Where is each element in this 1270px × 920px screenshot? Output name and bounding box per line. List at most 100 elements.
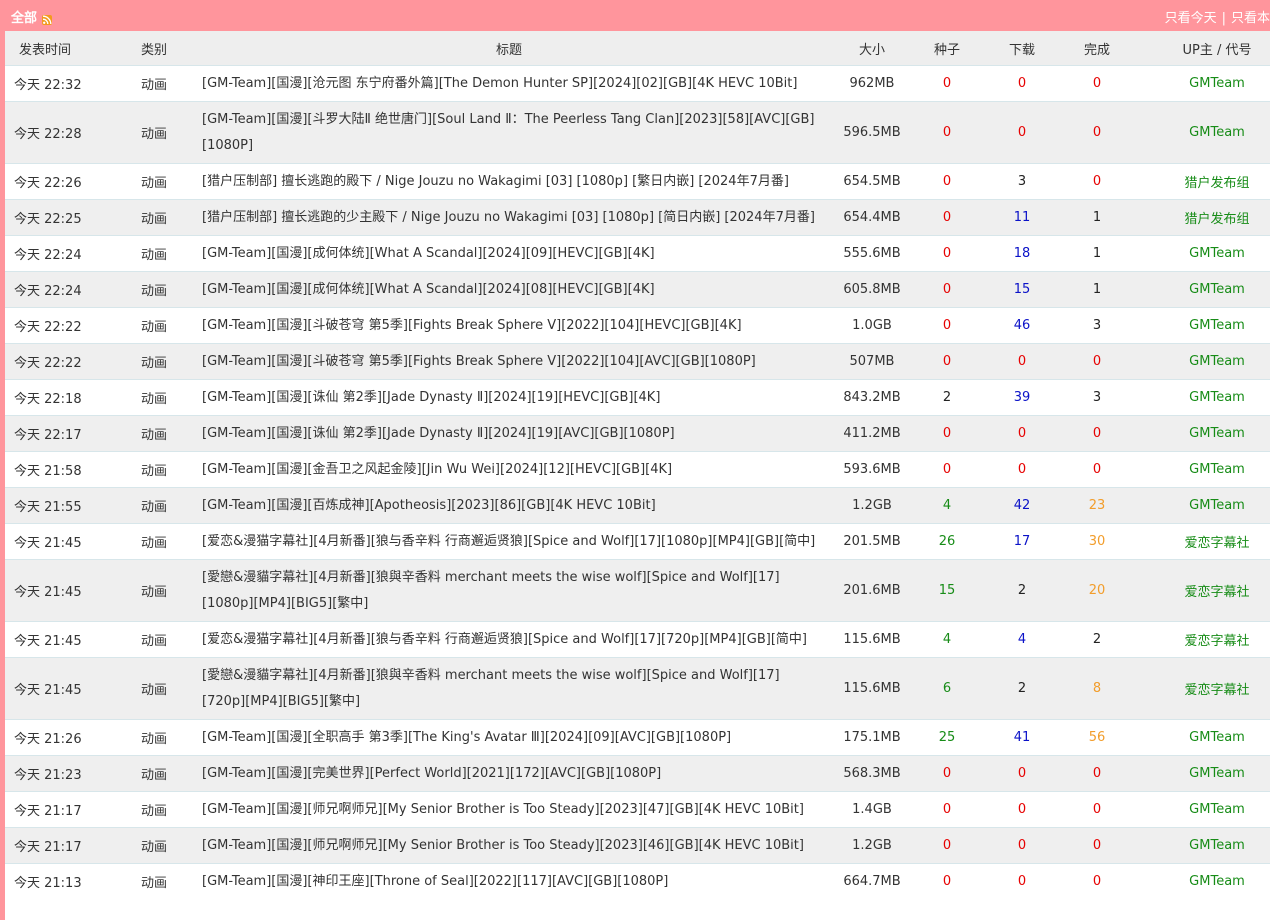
row-uploader-link[interactable]: GMTeam (1124, 791, 1270, 828)
row-category[interactable]: 动画 (114, 657, 194, 720)
row-title-link[interactable]: [GM-Team][国漫][全职高手 第3季][The King's Avata… (194, 719, 824, 756)
row-category[interactable]: 动画 (114, 199, 194, 236)
row-uploader-link[interactable]: GMTeam (1124, 719, 1270, 756)
row-title-link[interactable]: [GM-Team][国漫][诛仙 第2季][Jade Dynasty Ⅱ][20… (194, 379, 824, 416)
row-time: 今天 22:22 (5, 343, 114, 380)
row-uploader-link[interactable]: 猎户发布组 (1124, 163, 1270, 200)
row-time: 今天 22:17 (5, 415, 114, 452)
col-size[interactable]: 大小 (824, 31, 920, 66)
table-row: 今天 22:26 动画 [猎户压制部] 擅长逃跑的殿下 / Nige Jouzu n… (5, 163, 1270, 200)
row-size: 654.4MB (824, 199, 920, 236)
row-uploader-link[interactable]: GMTeam (1124, 487, 1270, 524)
row-title-link[interactable]: [猎户压制部] 擅长逃跑的殿下 / Nige Jouzu no Wakagimi… (194, 163, 824, 200)
row-category[interactable]: 动画 (114, 235, 194, 272)
row-title-link[interactable]: [GM-Team][国漫][金吾卫之风起金陵][Jin Wu Wei][2024… (194, 451, 824, 488)
row-title-link[interactable]: [GM-Team][国漫][成何体统][What A Scandal][2024… (194, 271, 824, 308)
row-seeds: 0 (920, 307, 974, 344)
row-title-link[interactable]: [GM-Team][国漫][斗罗大陆Ⅱ 绝世唐门][Soul Land Ⅱ：Th… (194, 101, 824, 164)
row-title-link[interactable]: [GM-Team][国漫][沧元图 东宁府番外篇][The Demon Hunt… (194, 65, 824, 102)
row-downloads: 42 (974, 487, 1070, 524)
link-today-only[interactable]: 只看今天 (1165, 11, 1217, 26)
row-time: 今天 21:45 (5, 621, 114, 658)
row-category[interactable]: 动画 (114, 379, 194, 416)
row-category[interactable]: 动画 (114, 755, 194, 792)
row-title-link[interactable]: [爱恋&漫猫字幕社][4月新番][狼与香辛料 行商邂逅贤狼][Spice and… (194, 523, 824, 560)
row-time: 今天 22:18 (5, 379, 114, 416)
row-seeds: 6 (920, 657, 974, 720)
row-uploader-link[interactable]: GMTeam (1124, 827, 1270, 864)
row-title-link[interactable]: [GM-Team][国漫][成何体统][What A Scandal][2024… (194, 235, 824, 272)
row-title-link[interactable]: [GM-Team][国漫][斗破苍穹 第5季][Fights Break Sph… (194, 343, 824, 380)
table-row: 今天 21:17 动画 [GM-Team][国漫][师兄啊师兄][My Senior… (5, 827, 1270, 864)
row-time: 今天 21:17 (5, 791, 114, 828)
row-size: 555.6MB (824, 235, 920, 272)
row-title-link[interactable]: [GM-Team][国漫][诛仙 第2季][Jade Dynasty Ⅱ][20… (194, 415, 824, 452)
row-title-link[interactable]: [GM-Team][国漫][百炼成神][Apotheosis][2023][86… (194, 487, 824, 524)
row-category[interactable]: 动画 (114, 863, 194, 900)
top-bar: 全部 只看今天 | 只看本 (0, 0, 1270, 31)
row-seeds: 0 (920, 65, 974, 102)
row-uploader-link[interactable]: GMTeam (1124, 863, 1270, 900)
row-complete: 0 (1070, 755, 1124, 792)
row-title-link[interactable]: [愛戀&漫貓字幕社][4月新番][狼與辛香料 merchant meets th… (194, 657, 824, 720)
row-uploader-link[interactable]: GMTeam (1124, 755, 1270, 792)
row-category[interactable]: 动画 (114, 65, 194, 102)
col-seeds[interactable]: 种子 (920, 31, 974, 66)
row-uploader-link[interactable]: GMTeam (1124, 451, 1270, 488)
row-downloads: 0 (974, 415, 1070, 452)
row-title-link[interactable]: [GM-Team][国漫][斗破苍穹 第5季][Fights Break Sph… (194, 307, 824, 344)
row-uploader-link[interactable]: 猎户发布组 (1124, 199, 1270, 236)
row-uploader-link[interactable]: 爱恋字幕社 (1124, 559, 1270, 622)
col-time[interactable]: 发表时间 (5, 31, 114, 66)
link-view-only[interactable]: 只看本 (1231, 11, 1270, 26)
row-downloads: 0 (974, 101, 1070, 164)
row-category[interactable]: 动画 (114, 559, 194, 622)
row-seeds: 4 (920, 621, 974, 658)
row-category[interactable]: 动画 (114, 451, 194, 488)
row-uploader-link[interactable]: GMTeam (1124, 307, 1270, 344)
row-category[interactable]: 动画 (114, 487, 194, 524)
col-downloads[interactable]: 下载 (974, 31, 1070, 66)
row-uploader-link[interactable]: GMTeam (1124, 235, 1270, 272)
row-uploader-link[interactable]: GMTeam (1124, 415, 1270, 452)
row-title-link[interactable]: [愛戀&漫貓字幕社][4月新番][狼與辛香料 merchant meets th… (194, 559, 824, 622)
col-category[interactable]: 类别 (114, 31, 194, 66)
rss-icon[interactable] (42, 15, 52, 25)
row-category[interactable]: 动画 (114, 307, 194, 344)
row-downloads: 0 (974, 451, 1070, 488)
row-time: 今天 21:45 (5, 657, 114, 720)
row-downloads: 0 (974, 65, 1070, 102)
section-title[interactable]: 全部 (11, 11, 37, 26)
row-uploader-link[interactable]: GMTeam (1124, 101, 1270, 164)
row-category[interactable]: 动画 (114, 523, 194, 560)
row-title-link[interactable]: [GM-Team][国漫][完美世界][Perfect World][2021]… (194, 755, 824, 792)
table-row: 今天 21:45 动画 [爱恋&漫猫字幕社][4月新番][狼与香辛料 行商邂逅贤狼]… (5, 621, 1270, 658)
row-category[interactable]: 动画 (114, 101, 194, 164)
row-uploader-link[interactable]: 爱恋字幕社 (1124, 621, 1270, 658)
row-uploader-link[interactable]: 爱恋字幕社 (1124, 657, 1270, 720)
row-category[interactable]: 动画 (114, 791, 194, 828)
row-title-link[interactable]: [GM-Team][国漫][师兄啊师兄][My Senior Brother i… (194, 791, 824, 828)
row-uploader-link[interactable]: GMTeam (1124, 343, 1270, 380)
col-title[interactable]: 标题 (194, 31, 824, 66)
row-size: 596.5MB (824, 101, 920, 164)
row-category[interactable]: 动画 (114, 343, 194, 380)
row-category[interactable]: 动画 (114, 163, 194, 200)
row-title-link[interactable]: [猎户压制部] 擅长逃跑的少主殿下 / Nige Jouzu no Wakagi… (194, 199, 824, 236)
row-title-link[interactable]: [GM-Team][国漫][神印王座][Throne of Seal][2022… (194, 863, 824, 900)
row-category[interactable]: 动画 (114, 415, 194, 452)
row-uploader-link[interactable]: GMTeam (1124, 271, 1270, 308)
row-category[interactable]: 动画 (114, 271, 194, 308)
row-title-link[interactable]: [爱恋&漫猫字幕社][4月新番][狼与香辛料 行商邂逅贤狼][Spice and… (194, 621, 824, 658)
col-complete[interactable]: 完成 (1070, 31, 1124, 66)
row-uploader-link[interactable]: 爱恋字幕社 (1124, 523, 1270, 560)
table-row: 今天 21:45 动画 [爱恋&漫猫字幕社][4月新番][狼与香辛料 行商邂逅贤狼]… (5, 523, 1270, 560)
row-category[interactable]: 动画 (114, 719, 194, 756)
row-downloads: 15 (974, 271, 1070, 308)
row-uploader-link[interactable]: GMTeam (1124, 379, 1270, 416)
row-category[interactable]: 动画 (114, 827, 194, 864)
row-title-link[interactable]: [GM-Team][国漫][师兄啊师兄][My Senior Brother i… (194, 827, 824, 864)
row-uploader-link[interactable]: GMTeam (1124, 65, 1270, 102)
row-category[interactable]: 动画 (114, 621, 194, 658)
col-uploader[interactable]: UP主 / 代号 (1124, 31, 1270, 66)
